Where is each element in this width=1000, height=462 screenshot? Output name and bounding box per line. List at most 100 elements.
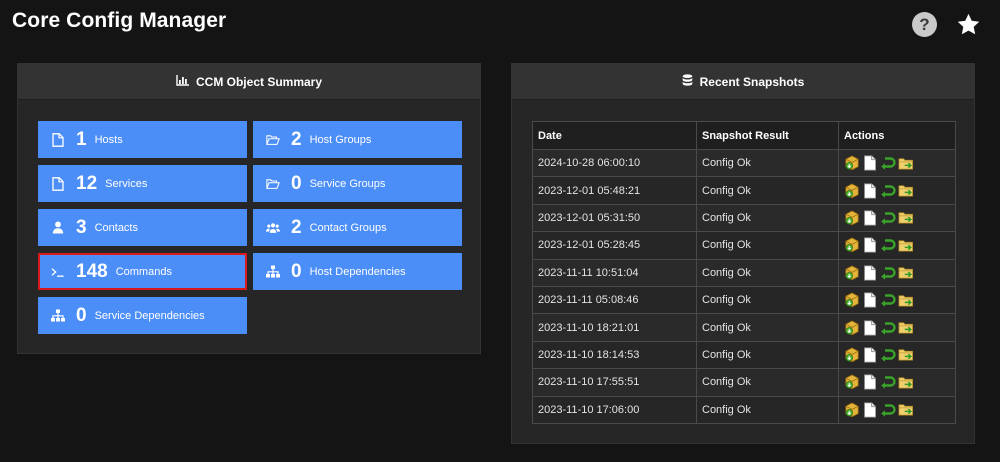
snapshots-panel-title: Recent Snapshots [699,74,805,89]
tile-host-groups[interactable]: 2 Host Groups [253,121,462,158]
column-header-result[interactable]: Snapshot Result [696,121,839,150]
view-file-icon[interactable] [862,402,878,418]
tile-count: 12 [76,172,98,194]
terminal-icon [51,265,65,279]
snapshot-actions [838,258,956,287]
sitemap-icon [51,309,65,323]
snapshot-result: Config Ok [696,395,839,424]
summary-panel-title: CCM Object Summary [195,74,323,89]
recent-snapshots-panel: Recent Snapshots Date Snapshot Result Ac… [511,63,975,444]
restore-icon[interactable] [880,402,896,418]
tile-count: 2 [291,128,302,150]
restore-folder-icon[interactable] [898,292,914,308]
restore-icon[interactable] [880,210,896,226]
snapshot-result: Config Ok [696,285,839,315]
star-icon[interactable] [955,11,982,38]
tile-count: 3 [76,216,87,238]
summary-panel-header: CCM Object Summary [18,64,480,100]
download-archive-icon[interactable] [844,265,860,281]
restore-folder-icon[interactable] [898,265,914,281]
snapshot-actions [838,368,956,397]
view-file-icon[interactable] [862,374,878,390]
download-archive-icon[interactable] [844,374,860,390]
users-icon [266,221,280,235]
snapshot-date: 2023-12-01 05:48:21 [532,176,697,205]
download-archive-icon[interactable] [844,183,860,199]
restore-folder-icon[interactable] [898,320,914,336]
column-header-date[interactable]: Date [532,121,697,150]
snapshot-date: 2023-11-10 17:06:00 [532,395,697,424]
restore-folder-icon[interactable] [898,155,914,171]
snapshot-actions [838,203,956,233]
download-archive-icon[interactable] [844,292,860,308]
restore-folder-icon[interactable] [898,237,914,253]
snapshot-actions [838,313,956,342]
restore-icon[interactable] [880,183,896,199]
tile-service-groups[interactable]: 0 Service Groups [253,165,462,202]
tile-count: 2 [291,216,302,238]
download-archive-icon[interactable] [844,155,860,171]
folder-open-icon [266,177,280,191]
table-row: 2023-11-11 05:08:46 Config Ok [532,285,956,315]
view-file-icon[interactable] [862,155,878,171]
download-archive-icon[interactable] [844,210,860,226]
restore-folder-icon[interactable] [898,347,914,363]
view-file-icon[interactable] [862,319,878,336]
restore-icon[interactable] [880,155,896,171]
view-file-icon[interactable] [862,237,878,253]
view-file-icon[interactable] [862,292,878,308]
tile-host-dependencies[interactable]: 0 Host Dependencies [253,253,462,290]
tile-contacts[interactable]: 3 Contacts [38,209,247,246]
view-file-icon[interactable] [862,182,878,199]
download-archive-icon[interactable] [844,402,860,418]
snapshots-panel-header: Recent Snapshots [512,64,974,100]
tile-count: 0 [76,304,87,326]
snapshot-result: Config Ok [696,368,839,397]
snapshot-result: Config Ok [696,340,839,370]
restore-icon[interactable] [880,265,896,281]
download-archive-icon[interactable] [844,320,860,336]
download-archive-icon[interactable] [844,347,860,363]
tile-commands[interactable]: 148 Commands [38,253,247,290]
snapshot-actions [838,340,956,370]
download-archive-icon[interactable] [844,237,860,253]
tile-service-dependencies[interactable]: 0 Service Dependencies [38,297,247,334]
table-row: 2023-11-10 17:06:00 Config Ok [532,395,956,424]
restore-folder-icon[interactable] [898,402,914,418]
user-icon [51,221,65,235]
restore-folder-icon[interactable] [898,374,914,390]
view-file-icon[interactable] [862,210,878,226]
snapshot-date: 2023-12-01 05:31:50 [532,203,697,233]
table-row: 2023-11-10 18:14:53 Config Ok [532,340,956,370]
view-file-icon[interactable] [862,347,878,363]
snapshot-result: Config Ok [696,176,839,205]
table-row: 2024-10-28 06:00:10 Config Ok [532,148,956,178]
table-row: 2023-12-01 05:31:50 Config Ok [532,203,956,233]
table-row: 2023-12-01 05:28:45 Config Ok [532,231,956,260]
restore-icon[interactable] [880,347,896,363]
table-header-row: Date Snapshot Result Actions [532,121,956,150]
snapshot-date: 2024-10-28 06:00:10 [532,148,697,178]
restore-folder-icon[interactable] [898,183,914,199]
tile-count: 0 [291,172,302,194]
bar-chart-icon [176,74,189,89]
restore-icon[interactable] [880,320,896,336]
ccm-object-summary-panel: CCM Object Summary 1 Hosts 2 Host Groups 12 S… [17,63,481,354]
tile-label: Service Dependencies [94,309,205,322]
tile-contact-groups[interactable]: 2 Contact Groups [253,209,462,246]
restore-folder-icon[interactable] [898,210,914,226]
file-icon [51,176,65,191]
tile-count: 0 [291,260,302,282]
tile-services[interactable]: 12 Services [38,165,247,202]
snapshots-table: Date Snapshot Result Actions 2024-10-28 … [532,121,956,424]
snapshot-date: 2023-11-10 17:55:51 [532,368,697,397]
snapshot-date: 2023-11-11 10:51:04 [532,258,697,287]
restore-icon[interactable] [880,292,896,308]
view-file-icon[interactable] [862,265,878,281]
help-icon[interactable]: ? [912,12,937,37]
snapshot-result: Config Ok [696,313,839,342]
tile-hosts[interactable]: 1 Hosts [38,121,247,158]
restore-icon[interactable] [880,237,896,253]
snapshot-result: Config Ok [696,203,839,233]
restore-icon[interactable] [880,374,896,390]
